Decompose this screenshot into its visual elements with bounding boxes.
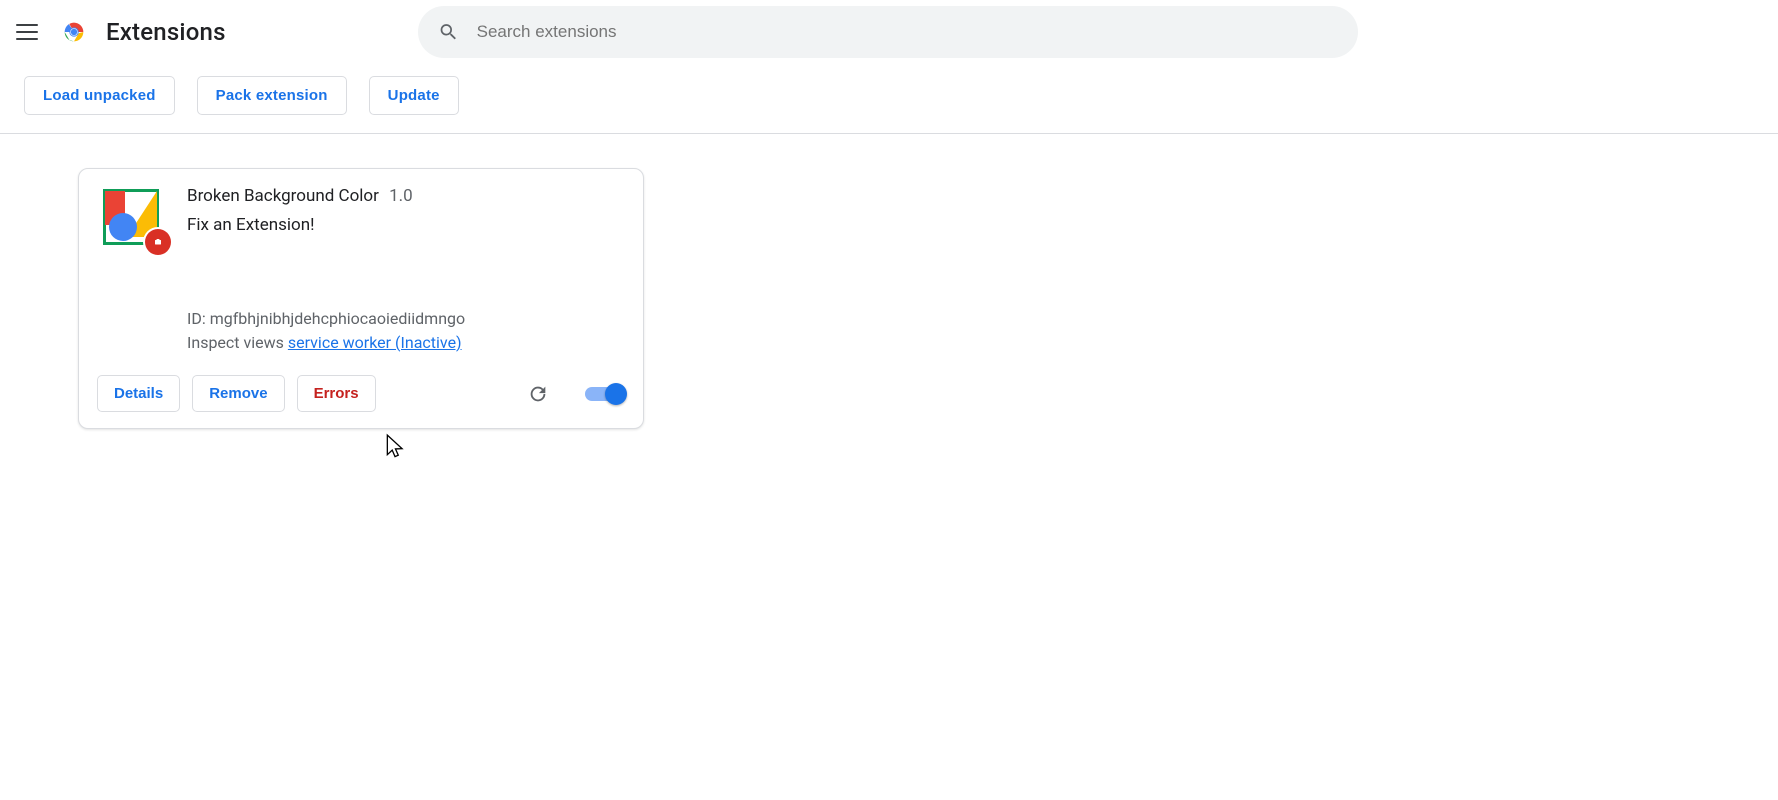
error-badge-icon [145,229,171,255]
search-box[interactable] [418,6,1358,58]
search-icon [438,21,459,43]
remove-button[interactable]: Remove [192,375,284,412]
extension-id-label: ID: [187,309,206,328]
menu-icon[interactable] [16,20,40,44]
app-header: Extensions [0,0,1778,64]
errors-button[interactable]: Errors [297,375,376,412]
reload-extension-button[interactable] [527,383,549,405]
extension-id-value: mgfbhjnibhjdehcphiocaoiediidmngo [210,309,465,328]
page-title: Extensions [106,18,226,46]
details-button[interactable]: Details [97,375,180,412]
inspect-views-link[interactable]: service worker (Inactive) [288,333,462,352]
extensions-grid: Broken Background Color 1.0 Fix an Exten… [0,134,1778,429]
extension-card: Broken Background Color 1.0 Fix an Exten… [78,168,644,429]
extension-version: 1.0 [389,186,413,206]
inspect-views-label: Inspect views [187,333,284,352]
search-input[interactable] [475,21,1338,43]
mouse-cursor-icon [383,433,409,459]
load-unpacked-button[interactable]: Load unpacked [24,76,175,115]
extension-name: Broken Background Color [187,186,379,206]
extension-description: Fix an Extension! [187,215,625,235]
extension-icon [103,189,159,245]
update-button[interactable]: Update [369,76,459,115]
chrome-logo-icon [60,18,88,46]
refresh-icon [527,383,549,405]
enable-toggle[interactable] [585,384,625,404]
pack-extension-button[interactable]: Pack extension [197,76,347,115]
dev-toolbar: Load unpacked Pack extension Update [0,64,1778,134]
